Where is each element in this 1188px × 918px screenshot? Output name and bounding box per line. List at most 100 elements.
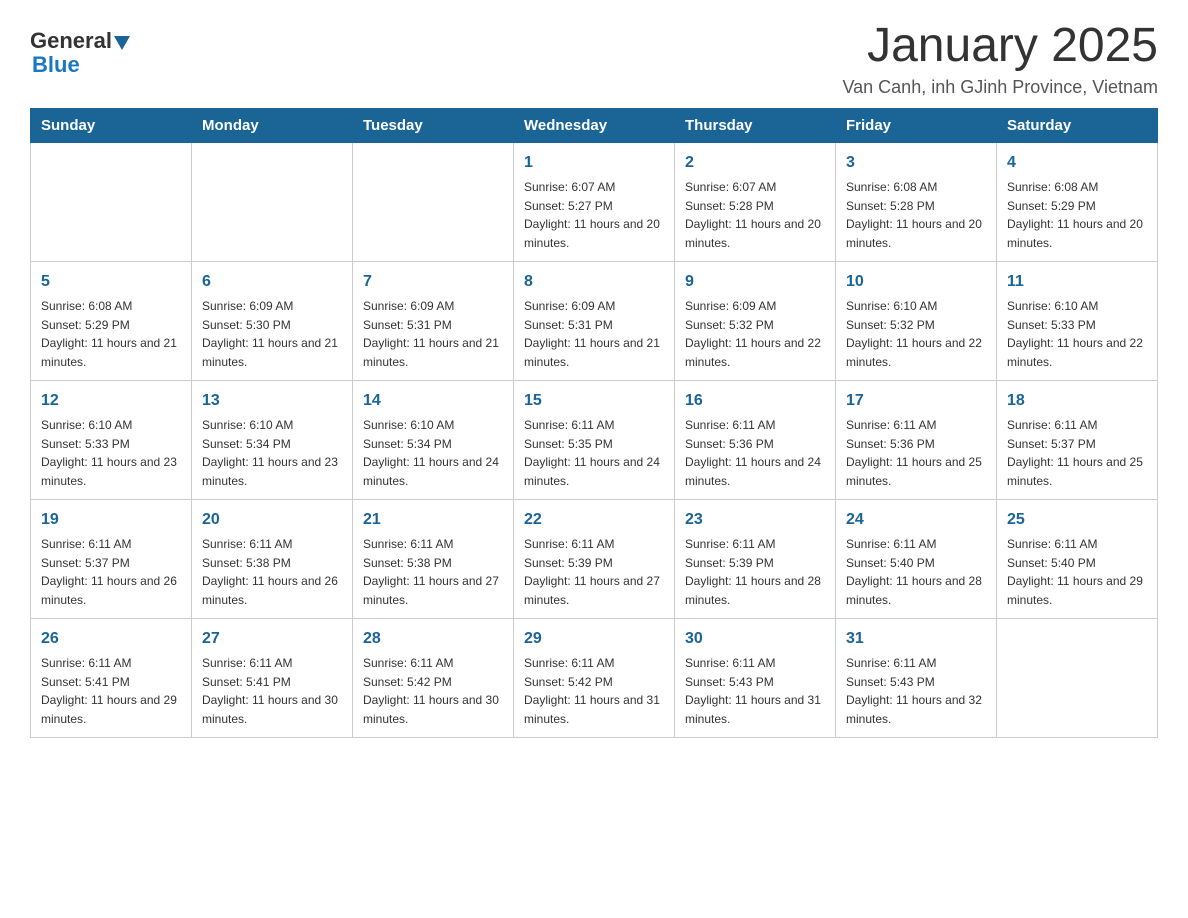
calendar-week-row: 26 Sunrise: 6:11 AMSunset: 5:41 PMDayligh… bbox=[31, 618, 1158, 737]
calendar-cell: 15Sunrise: 6:11 AMSunset: 5:35 PMDayligh… bbox=[514, 380, 675, 499]
day-info: Sunrise: 6:11 AMSunset: 5:41 PMDaylight:… bbox=[202, 656, 338, 726]
calendar-cell: 30 Sunrise: 6:11 AMSunset: 5:43 PMDayligh… bbox=[675, 618, 836, 737]
calendar-cell: 10Sunrise: 6:10 AMSunset: 5:32 PMDayligh… bbox=[836, 261, 997, 380]
header-sunday: Sunday bbox=[31, 108, 192, 142]
day-number: 1 bbox=[524, 151, 664, 175]
calendar-cell: 19 Sunrise: 6:11 AMSunset: 5:37 PMDayligh… bbox=[31, 499, 192, 618]
day-number: 12 bbox=[41, 389, 181, 413]
day-info: Sunrise: 6:11 AMSunset: 5:41 PMDaylight:… bbox=[41, 656, 177, 726]
day-number: 22 bbox=[524, 508, 664, 532]
calendar-cell: 18Sunrise: 6:11 AMSunset: 5:37 PMDayligh… bbox=[997, 380, 1158, 499]
calendar-cell: 25 Sunrise: 6:11 AMSunset: 5:40 PMDayligh… bbox=[997, 499, 1158, 618]
day-info: Sunrise: 6:11 AMSunset: 5:37 PMDaylight:… bbox=[41, 537, 177, 607]
day-number: 27 bbox=[202, 627, 342, 651]
page-header: GeneralBlue January 2025 Van Canh, inh G… bbox=[30, 20, 1158, 98]
day-info: Sunrise: 6:07 AMSunset: 5:28 PMDaylight:… bbox=[685, 180, 821, 250]
day-number: 14 bbox=[363, 389, 503, 413]
calendar-cell: 26 Sunrise: 6:11 AMSunset: 5:41 PMDayligh… bbox=[31, 618, 192, 737]
day-info: Sunrise: 6:09 AMSunset: 5:31 PMDaylight:… bbox=[363, 299, 499, 369]
day-info: Sunrise: 6:11 AMSunset: 5:43 PMDaylight:… bbox=[846, 656, 982, 726]
header-friday: Friday bbox=[836, 108, 997, 142]
day-number: 11 bbox=[1007, 270, 1147, 294]
day-info: Sunrise: 6:11 AMSunset: 5:40 PMDaylight:… bbox=[1007, 537, 1143, 607]
title-block: January 2025 Van Canh, inh GJinh Provinc… bbox=[842, 20, 1158, 98]
header-thursday: Thursday bbox=[675, 108, 836, 142]
day-number: 24 bbox=[846, 508, 986, 532]
calendar-cell bbox=[192, 142, 353, 261]
day-number: 4 bbox=[1007, 151, 1147, 175]
calendar-cell: 20Sunrise: 6:11 AMSunset: 5:38 PMDayligh… bbox=[192, 499, 353, 618]
calendar-cell bbox=[31, 142, 192, 261]
calendar-cell: 12 Sunrise: 6:10 AMSunset: 5:33 PMDayligh… bbox=[31, 380, 192, 499]
day-number: 25 bbox=[1007, 508, 1147, 532]
calendar-cell: 9 Sunrise: 6:09 AMSunset: 5:32 PMDaylight… bbox=[675, 261, 836, 380]
day-info: Sunrise: 6:11 AMSunset: 5:39 PMDaylight:… bbox=[524, 537, 660, 607]
calendar-cell: 6 Sunrise: 6:09 AMSunset: 5:30 PMDaylight… bbox=[192, 261, 353, 380]
calendar-cell: 8Sunrise: 6:09 AMSunset: 5:31 PMDaylight… bbox=[514, 261, 675, 380]
location-subtitle: Van Canh, inh GJinh Province, Vietnam bbox=[842, 77, 1158, 98]
day-info: Sunrise: 6:11 AMSunset: 5:38 PMDaylight:… bbox=[363, 537, 499, 607]
calendar-cell: 24 Sunrise: 6:11 AMSunset: 5:40 PMDayligh… bbox=[836, 499, 997, 618]
calendar-week-row: 12 Sunrise: 6:10 AMSunset: 5:33 PMDayligh… bbox=[31, 380, 1158, 499]
day-info: Sunrise: 6:11 AMSunset: 5:36 PMDaylight:… bbox=[685, 418, 821, 488]
day-info: Sunrise: 6:11 AMSunset: 5:42 PMDaylight:… bbox=[524, 656, 660, 726]
day-info: Sunrise: 6:11 AMSunset: 5:38 PMDaylight:… bbox=[202, 537, 338, 607]
day-number: 16 bbox=[685, 389, 825, 413]
day-info: Sunrise: 6:11 AMSunset: 5:36 PMDaylight:… bbox=[846, 418, 982, 488]
calendar-cell: 7 Sunrise: 6:09 AMSunset: 5:31 PMDaylight… bbox=[353, 261, 514, 380]
day-number: 3 bbox=[846, 151, 986, 175]
day-info: Sunrise: 6:09 AMSunset: 5:31 PMDaylight:… bbox=[524, 299, 660, 369]
calendar-table: SundayMondayTuesdayWednesdayThursdayFrid… bbox=[30, 108, 1158, 738]
day-info: Sunrise: 6:11 AMSunset: 5:43 PMDaylight:… bbox=[685, 656, 821, 726]
day-number: 31 bbox=[846, 627, 986, 651]
header-monday: Monday bbox=[192, 108, 353, 142]
day-number: 29 bbox=[524, 627, 664, 651]
header-wednesday: Wednesday bbox=[514, 108, 675, 142]
day-number: 9 bbox=[685, 270, 825, 294]
day-number: 2 bbox=[685, 151, 825, 175]
calendar-cell: 2 Sunrise: 6:07 AMSunset: 5:28 PMDaylight… bbox=[675, 142, 836, 261]
day-number: 23 bbox=[685, 508, 825, 532]
day-info: Sunrise: 6:11 AMSunset: 5:40 PMDaylight:… bbox=[846, 537, 982, 607]
day-info: Sunrise: 6:10 AMSunset: 5:34 PMDaylight:… bbox=[202, 418, 338, 488]
calendar-cell: 22 Sunrise: 6:11 AMSunset: 5:39 PMDayligh… bbox=[514, 499, 675, 618]
day-info: Sunrise: 6:09 AMSunset: 5:30 PMDaylight:… bbox=[202, 299, 338, 369]
calendar-cell: 27 Sunrise: 6:11 AMSunset: 5:41 PMDayligh… bbox=[192, 618, 353, 737]
calendar-cell: 28 Sunrise: 6:11 AMSunset: 5:42 PMDayligh… bbox=[353, 618, 514, 737]
day-info: Sunrise: 6:10 AMSunset: 5:32 PMDaylight:… bbox=[846, 299, 982, 369]
calendar-week-row: 1 Sunrise: 6:07 AMSunset: 5:27 PMDaylight… bbox=[31, 142, 1158, 261]
calendar-cell: 11Sunrise: 6:10 AMSunset: 5:33 PMDayligh… bbox=[997, 261, 1158, 380]
calendar-cell: 13Sunrise: 6:10 AMSunset: 5:34 PMDayligh… bbox=[192, 380, 353, 499]
day-info: Sunrise: 6:11 AMSunset: 5:42 PMDaylight:… bbox=[363, 656, 499, 726]
logo-general-text: General bbox=[30, 28, 112, 54]
day-number: 7 bbox=[363, 270, 503, 294]
calendar-cell: 3Sunrise: 6:08 AMSunset: 5:28 PMDaylight… bbox=[836, 142, 997, 261]
day-number: 6 bbox=[202, 270, 342, 294]
calendar-week-row: 5 Sunrise: 6:08 AMSunset: 5:29 PMDaylight… bbox=[31, 261, 1158, 380]
day-info: Sunrise: 6:10 AMSunset: 5:33 PMDaylight:… bbox=[41, 418, 177, 488]
day-info: Sunrise: 6:07 AMSunset: 5:27 PMDaylight:… bbox=[524, 180, 660, 250]
day-info: Sunrise: 6:09 AMSunset: 5:32 PMDaylight:… bbox=[685, 299, 821, 369]
calendar-cell: 21 Sunrise: 6:11 AMSunset: 5:38 PMDayligh… bbox=[353, 499, 514, 618]
month-title: January 2025 bbox=[842, 20, 1158, 73]
header-saturday: Saturday bbox=[997, 108, 1158, 142]
day-number: 19 bbox=[41, 508, 181, 532]
day-info: Sunrise: 6:08 AMSunset: 5:29 PMDaylight:… bbox=[41, 299, 177, 369]
day-number: 26 bbox=[41, 627, 181, 651]
calendar-cell: 17Sunrise: 6:11 AMSunset: 5:36 PMDayligh… bbox=[836, 380, 997, 499]
day-info: Sunrise: 6:11 AMSunset: 5:35 PMDaylight:… bbox=[524, 418, 660, 488]
day-number: 5 bbox=[41, 270, 181, 294]
logo-blue-text: Blue bbox=[32, 52, 80, 78]
day-number: 21 bbox=[363, 508, 503, 532]
header-tuesday: Tuesday bbox=[353, 108, 514, 142]
logo-triangle-icon bbox=[114, 36, 130, 50]
calendar-cell: 1 Sunrise: 6:07 AMSunset: 5:27 PMDaylight… bbox=[514, 142, 675, 261]
calendar-cell: 16 Sunrise: 6:11 AMSunset: 5:36 PMDayligh… bbox=[675, 380, 836, 499]
day-info: Sunrise: 6:08 AMSunset: 5:29 PMDaylight:… bbox=[1007, 180, 1143, 250]
day-info: Sunrise: 6:11 AMSunset: 5:39 PMDaylight:… bbox=[685, 537, 821, 607]
calendar-cell bbox=[353, 142, 514, 261]
day-number: 28 bbox=[363, 627, 503, 651]
day-number: 30 bbox=[685, 627, 825, 651]
day-number: 18 bbox=[1007, 389, 1147, 413]
calendar-header-row: SundayMondayTuesdayWednesdayThursdayFrid… bbox=[31, 108, 1158, 142]
